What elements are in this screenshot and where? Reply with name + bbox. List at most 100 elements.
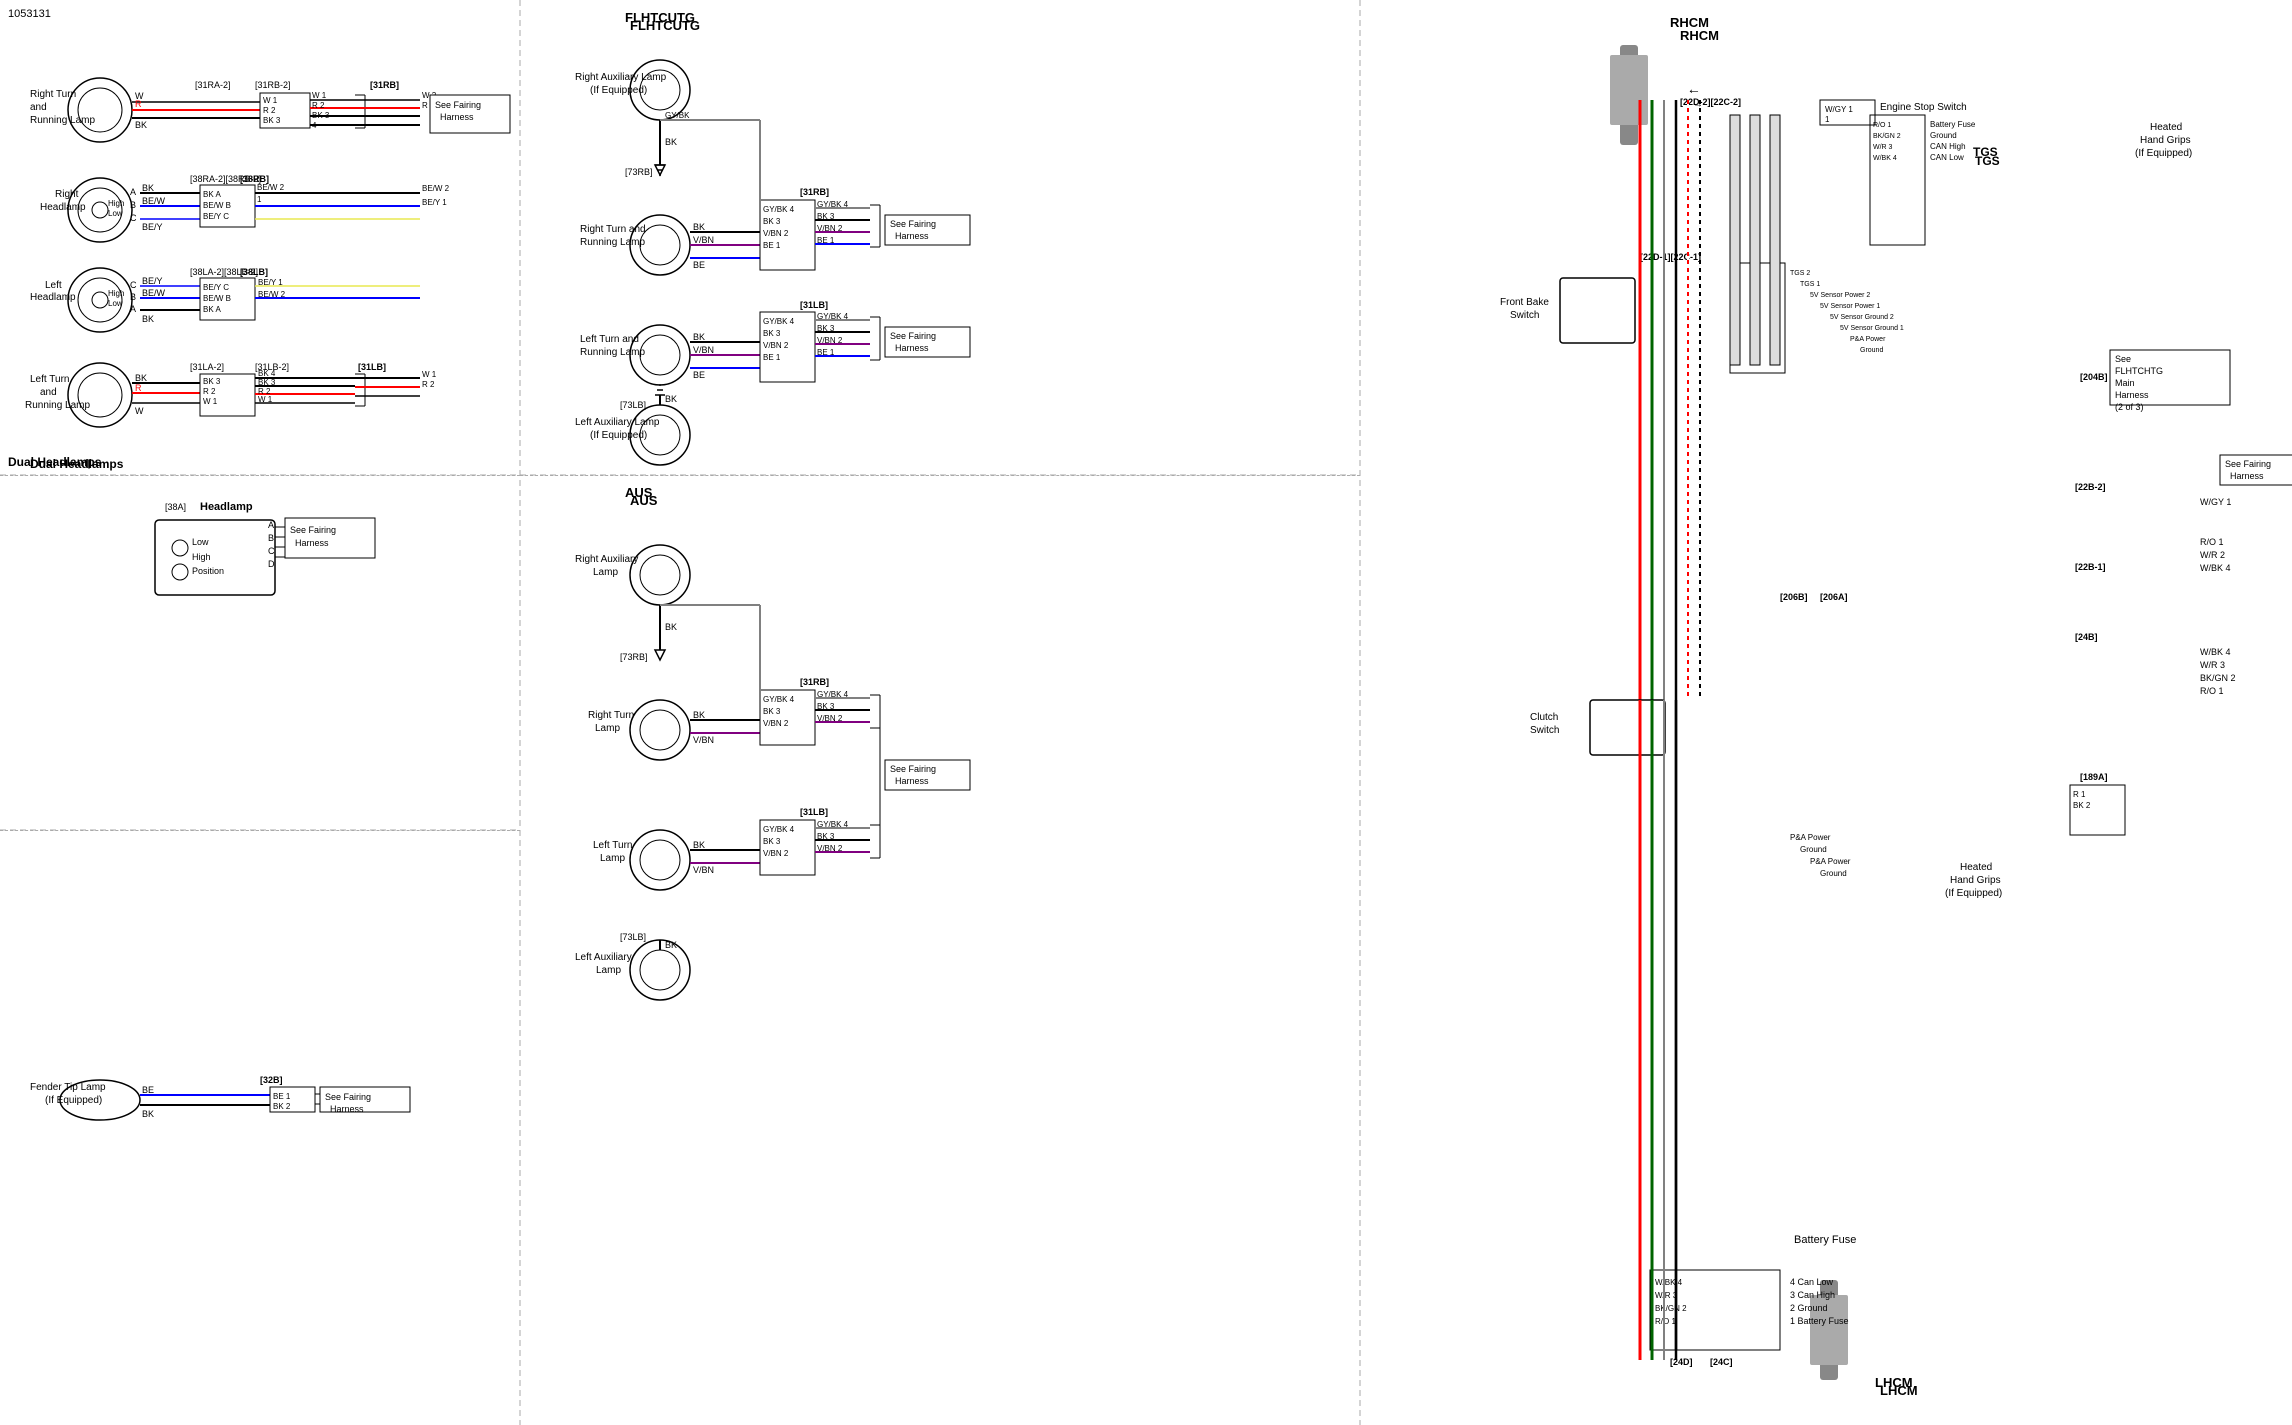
svg-text:[38RA-2][38RB-2]: [38RA-2][38RB-2] <box>190 174 261 184</box>
svg-text:W 1: W 1 <box>203 397 218 406</box>
svg-text:Left Auxiliary: Left Auxiliary <box>575 952 632 963</box>
svg-text:Low: Low <box>192 537 209 547</box>
svg-text:High: High <box>108 199 124 208</box>
svg-text:Lamp: Lamp <box>593 567 618 578</box>
svg-text:Switch: Switch <box>1510 310 1539 321</box>
svg-text:and: and <box>30 102 47 113</box>
svg-text:[38A]: [38A] <box>165 502 186 512</box>
svg-text:GY/BK 4: GY/BK 4 <box>763 317 795 326</box>
svg-text:BK 3: BK 3 <box>763 217 781 226</box>
svg-text:(If Equipped): (If Equipped) <box>45 1095 102 1106</box>
svg-text:See Fairing: See Fairing <box>890 219 936 229</box>
svg-text:[22D-1][22C-1]: [22D-1][22C-1] <box>1640 252 1701 262</box>
svg-text:A: A <box>268 520 274 530</box>
svg-text:BE/Y 1: BE/Y 1 <box>422 198 447 207</box>
svg-text:BK: BK <box>665 137 677 147</box>
svg-text:BE/Y C: BE/Y C <box>203 212 229 221</box>
svg-text:5V Sensor Ground 2: 5V Sensor Ground 2 <box>1830 314 1894 321</box>
svg-text:Left Turn: Left Turn <box>593 840 632 851</box>
svg-text:[31RB]: [31RB] <box>800 677 829 687</box>
svg-text:Low: Low <box>108 299 123 308</box>
svg-text:1: 1 <box>257 195 262 204</box>
svg-text:See Fairing: See Fairing <box>325 1092 371 1102</box>
svg-text:Running Lamp: Running Lamp <box>580 347 645 358</box>
svg-text:Left Turn and: Left Turn and <box>580 334 639 345</box>
svg-text:BK 3: BK 3 <box>203 377 221 386</box>
svg-text:Left Turn: Left Turn <box>30 374 69 385</box>
svg-text:CAN Low: CAN Low <box>1930 153 1964 162</box>
svg-text:BE/W: BE/W <box>142 196 166 206</box>
svg-text:(If Equipped): (If Equipped) <box>2135 148 2192 159</box>
svg-text:Headlamp: Headlamp <box>200 501 253 513</box>
svg-text:BE/W 2: BE/W 2 <box>422 184 450 193</box>
svg-text:BK: BK <box>693 222 705 232</box>
svg-text:4: 4 <box>312 121 317 130</box>
svg-text:W/BK 4: W/BK 4 <box>2200 647 2231 657</box>
svg-text:(If Equipped): (If Equipped) <box>590 85 647 96</box>
svg-text:BK 3: BK 3 <box>763 329 781 338</box>
svg-text:BK 3: BK 3 <box>312 111 330 120</box>
svg-text:Right Turn: Right Turn <box>588 710 634 721</box>
svg-text:Right Turn and: Right Turn and <box>580 224 646 235</box>
svg-text:BE/W 2: BE/W 2 <box>257 183 285 192</box>
svg-text:V/BN 2: V/BN 2 <box>763 719 789 728</box>
svg-text:Ground: Ground <box>1800 845 1827 854</box>
svg-text:[73LB]: [73LB] <box>620 400 646 410</box>
svg-text:BK/GN 2: BK/GN 2 <box>1873 133 1901 140</box>
svg-text:V/BN 2: V/BN 2 <box>817 714 843 723</box>
svg-text:W 1: W 1 <box>312 91 327 100</box>
svg-text:High: High <box>108 289 124 298</box>
svg-text:BK 4: BK 4 <box>258 369 276 378</box>
svg-text:BE/Y C: BE/Y C <box>203 283 229 292</box>
svg-text:[31LB]: [31LB] <box>358 362 386 372</box>
svg-text:[31RB]: [31RB] <box>370 80 399 90</box>
svg-text:Ground: Ground <box>1820 869 1847 878</box>
svg-text:[24D]: [24D] <box>1670 1357 1693 1367</box>
svg-text:BK: BK <box>142 314 154 324</box>
svg-text:Left: Left <box>45 280 62 291</box>
svg-text:TGS 2: TGS 2 <box>1790 270 1810 277</box>
svg-text:A: A <box>130 187 136 197</box>
svg-text:BK 3: BK 3 <box>817 324 835 333</box>
svg-text:Harness: Harness <box>895 231 929 241</box>
svg-text:W/GY 1: W/GY 1 <box>1825 105 1853 114</box>
svg-text:Hand Grips: Hand Grips <box>2140 135 2191 146</box>
svg-text:Right Auxiliary Lamp: Right Auxiliary Lamp <box>575 72 667 83</box>
svg-text:BE/W B: BE/W B <box>203 294 231 303</box>
svg-text:R: R <box>135 99 142 109</box>
svg-text:See Fairing: See Fairing <box>890 764 936 774</box>
svg-text:Lamp: Lamp <box>596 965 621 976</box>
svg-text:and: and <box>40 387 57 398</box>
svg-text:[24C]: [24C] <box>1710 1357 1733 1367</box>
lhcm-label: LHCM <box>1875 1375 1913 1390</box>
svg-text:R 2: R 2 <box>263 106 276 115</box>
svg-text:V/BN 2: V/BN 2 <box>817 844 843 853</box>
svg-text:[22B-1]: [22B-1] <box>2075 562 2106 572</box>
svg-text:[31LB]: [31LB] <box>800 807 828 817</box>
svg-text:BE 1: BE 1 <box>763 353 781 362</box>
aus-title: AUS <box>625 485 652 500</box>
svg-text:W/R 3: W/R 3 <box>1655 1291 1678 1300</box>
svg-text:Headlamp: Headlamp <box>40 202 86 213</box>
svg-text:C: C <box>268 546 275 556</box>
svg-text:V/BN 2: V/BN 2 <box>817 336 843 345</box>
svg-text:Heated: Heated <box>2150 122 2182 133</box>
svg-text:BK 3: BK 3 <box>763 707 781 716</box>
svg-text:Battery Fuse: Battery Fuse <box>1930 120 1976 129</box>
svg-text:V/BN 2: V/BN 2 <box>817 224 843 233</box>
svg-text:[73LB]: [73LB] <box>620 932 646 942</box>
svg-text:GY/BK 4: GY/BK 4 <box>763 205 795 214</box>
main-container: 1053131 Dual Headlamps Right Turn and Ru… <box>0 0 2292 1425</box>
svg-text:GY/BK 4: GY/BK 4 <box>763 695 795 704</box>
svg-text:W/GY 1: W/GY 1 <box>2200 497 2231 507</box>
svg-text:See Fairing: See Fairing <box>290 525 336 535</box>
svg-text:Right Auxiliary: Right Auxiliary <box>575 554 638 565</box>
svg-text:R/O 1: R/O 1 <box>2200 686 2224 696</box>
battery-fuse-label: Battery Fuse <box>1794 1234 1856 1246</box>
svg-text:BK 3: BK 3 <box>258 378 276 387</box>
svg-text:Harness: Harness <box>895 343 929 353</box>
svg-text:Lamp: Lamp <box>600 853 625 864</box>
svg-text:Lamp: Lamp <box>595 723 620 734</box>
svg-text:R/O 1: R/O 1 <box>1873 122 1891 129</box>
svg-text:R 2: R 2 <box>203 387 216 396</box>
